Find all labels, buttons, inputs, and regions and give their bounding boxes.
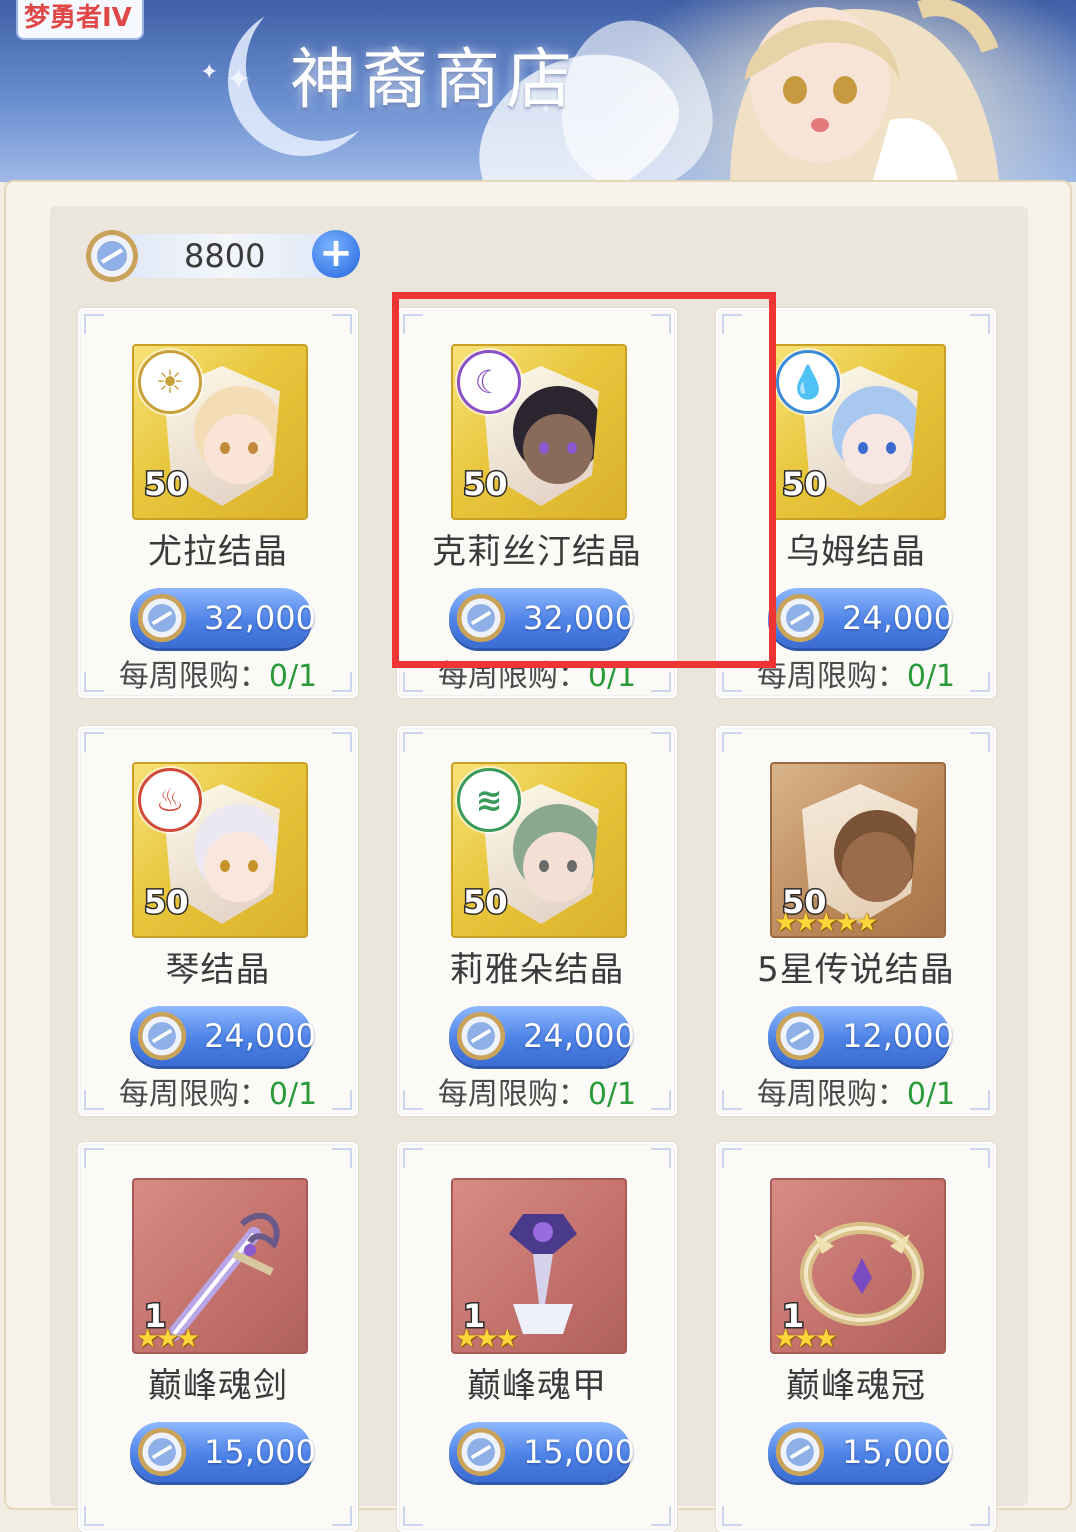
limit-count: 0/1	[906, 659, 956, 694]
item-icon: 50 ★★★★★	[770, 762, 946, 938]
shop-item-card[interactable]: 1 ★★★ 巅峰魂甲 15,000	[397, 1142, 677, 1532]
buy-button[interactable]: 24,000	[449, 1006, 635, 1066]
item-name: 巅峰魂冠	[786, 1366, 926, 1406]
character-face	[204, 414, 274, 484]
currency-bar: 8800 +	[84, 226, 364, 284]
shop-item-card[interactable]: 1 ★★★ 巅峰魂剑 15,000	[78, 1142, 358, 1532]
limit-label: 每周限购：	[118, 1077, 269, 1112]
wind-icon: ≋	[457, 768, 521, 832]
shop-title: 神裔商店	[290, 41, 578, 118]
item-name: 莉雅朵结晶	[449, 950, 625, 990]
item-icon: 💧 50	[770, 344, 946, 520]
rarity-stars: ★★★★★	[774, 908, 879, 938]
item-name: 巅峰魂甲	[467, 1366, 607, 1406]
rarity-stars: ★★★	[455, 1324, 519, 1354]
coin-icon	[137, 593, 187, 643]
coin-icon	[86, 230, 138, 282]
limit-label: 每周限购：	[756, 659, 907, 694]
item-icon: 1 ★★★	[770, 1178, 946, 1354]
buy-button[interactable]: 24,000	[130, 1006, 316, 1066]
buy-button[interactable]: 32,000	[130, 588, 316, 648]
limit-count: 0/1	[268, 1077, 318, 1112]
shop-item-card[interactable]: 50 ★★★★★ 5星传说结晶 12,000 每周限购：0/1	[716, 726, 996, 1116]
limit-count: 0/1	[268, 659, 318, 694]
item-price: 24,000	[523, 1017, 635, 1055]
shop-item-card[interactable]: 1 ★★★ 巅峰魂冠 15,000	[716, 1142, 996, 1532]
star-icon: ✦	[226, 62, 252, 97]
item-price: 24,000	[204, 1017, 316, 1055]
star-icon: ✦	[200, 60, 219, 85]
item-price: 15,000	[204, 1433, 316, 1471]
item-price: 32,000	[204, 599, 316, 637]
silhouette-icon	[842, 832, 912, 902]
shop-item-card[interactable]: ≋ 50 莉雅朵结晶 24,000 每周限购：0/1	[397, 726, 677, 1116]
item-icon: 1 ★★★	[132, 1178, 308, 1354]
coin-icon	[775, 593, 825, 643]
item-icon: 1 ★★★	[451, 1178, 627, 1354]
buy-button[interactable]: 15,000	[768, 1422, 954, 1482]
buy-button[interactable]: 24,000	[768, 588, 954, 648]
sun-icon: ☀	[138, 350, 202, 414]
character-face	[523, 832, 593, 902]
item-name: 巅峰魂剑	[148, 1366, 288, 1406]
weekly-limit: 每周限购：0/1	[80, 1076, 356, 1114]
character-face	[842, 414, 912, 484]
coin-icon	[456, 1427, 506, 1477]
coin-icon	[137, 1011, 187, 1061]
character-face	[204, 832, 274, 902]
shop-item-card[interactable]: ♨ 50 琴结晶 24,000 每周限购：0/1	[78, 726, 358, 1116]
limit-label: 每周限购：	[118, 659, 269, 694]
item-quantity: 50	[462, 882, 510, 923]
buy-button[interactable]: 12,000	[768, 1006, 954, 1066]
weekly-limit: 每周限购：0/1	[80, 658, 356, 696]
item-icon: ☀ 50	[132, 344, 308, 520]
item-quantity: 50	[143, 882, 191, 923]
fire-icon: ♨	[138, 768, 202, 832]
game-tag: 梦勇者IV	[16, 0, 144, 40]
item-icon: ≋ 50	[451, 762, 627, 938]
limit-label: 每周限购：	[437, 1077, 588, 1112]
rarity-stars: ★★★	[136, 1324, 200, 1354]
item-name: 5星传说结晶	[757, 950, 955, 990]
item-quantity: 50	[143, 464, 191, 505]
item-price: 12,000	[842, 1017, 954, 1055]
currency-amount: 8800	[184, 237, 266, 275]
coin-icon	[775, 1011, 825, 1061]
item-quantity: 50	[781, 464, 829, 505]
add-currency-button[interactable]: +	[312, 230, 360, 278]
item-price: 15,000	[523, 1433, 635, 1471]
shop-banner: ✦ ✦ ✦ 神裔商店	[0, 0, 1076, 182]
weekly-limit: 每周限购：0/1	[399, 1076, 675, 1114]
character-portrait	[730, 0, 1000, 182]
buy-button[interactable]: 15,000	[130, 1422, 316, 1482]
limit-count: 0/1	[587, 1077, 637, 1112]
shop-item-card[interactable]: ☀ 50 尤拉结晶 32,000 每周限购：0/1	[78, 308, 358, 698]
item-name: 琴结晶	[165, 950, 271, 990]
coin-icon	[137, 1427, 187, 1477]
water-icon: 💧	[776, 350, 840, 414]
item-price: 15,000	[842, 1433, 954, 1471]
buy-button[interactable]: 15,000	[449, 1422, 635, 1482]
coin-icon	[456, 1011, 506, 1061]
item-price: 24,000	[842, 599, 954, 637]
item-icon: ♨ 50	[132, 762, 308, 938]
coin-icon	[775, 1427, 825, 1477]
limit-count: 0/1	[906, 1077, 956, 1112]
limit-label: 每周限购：	[756, 1077, 907, 1112]
weekly-limit: 每周限购：0/1	[718, 1076, 994, 1114]
highlight-box	[392, 292, 776, 668]
rarity-stars: ★★★	[774, 1324, 838, 1354]
item-name: 尤拉结晶	[148, 532, 288, 572]
